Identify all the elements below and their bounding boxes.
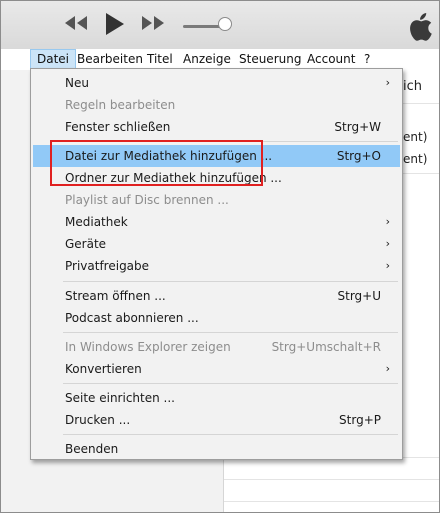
menu-item-label: Podcast abonnieren ... [65,311,199,325]
menu-item-label: Drucken ... [65,413,131,427]
menu-item-label: Neu [65,76,89,90]
menu-item-playlist-brennen: Playlist auf Disc brennen ... [33,189,400,211]
menu-item-privatfreigabe[interactable]: Privatfreigabe › [33,255,400,277]
menu-separator [63,434,398,435]
menu-item-konvertieren[interactable]: Konvertieren › [33,358,400,380]
datei-dropdown-menu: Neu › Regeln bearbeiten Fenster schließe… [30,68,403,460]
submenu-arrow-icon: › [385,237,390,250]
menu-item-label: Seite einrichten ... [65,391,175,405]
menu-item-mediathek[interactable]: Mediathek › [33,211,400,233]
menu-steuerung[interactable]: Steuerung [233,49,307,70]
menu-item-label: Geräte [65,237,107,251]
volume-slider-knob[interactable] [218,17,232,31]
menu-item-neu[interactable]: Neu › [33,72,400,94]
submenu-arrow-icon: › [385,259,390,272]
menu-help[interactable]: ? [358,49,376,70]
menu-item-beenden[interactable]: Beenden [33,438,400,460]
play-icon[interactable] [104,11,126,40]
menu-anzeige[interactable]: Anzeige [177,49,237,70]
menu-item-shortcut: Strg+W [334,120,381,134]
menu-item-label: Konvertieren [65,362,142,376]
menu-separator [63,383,398,384]
menu-separator [63,281,398,282]
menu-item-label: Regeln bearbeiten [65,98,176,112]
content-divider [224,479,439,480]
player-toolbar [1,1,439,50]
submenu-arrow-icon: › [385,76,390,89]
content-row-partial: ent) [403,130,428,144]
menu-datei[interactable]: Datei [30,49,77,70]
menu-separator [63,332,398,333]
menu-item-regeln-bearbeiten: Regeln bearbeiten [33,94,400,116]
menu-item-stream-oeffnen[interactable]: Stream öffnen ... Strg+U [33,285,400,307]
annotation-highlight-box [50,140,263,186]
menu-item-label: In Windows Explorer zeigen [65,340,231,354]
menu-item-explorer-zeigen: In Windows Explorer zeigen Strg+Umschalt… [33,336,400,358]
menu-item-shortcut: Strg+U [337,289,382,303]
menu-item-shortcut: Strg+O [336,149,381,163]
menu-item-label: Mediathek [65,215,128,229]
menu-item-label: Stream öffnen ... [65,289,166,303]
menu-item-geraete[interactable]: Geräte › [33,233,400,255]
menu-item-fenster-schliessen[interactable]: Fenster schließen Strg+W [33,116,400,138]
apple-logo-icon [407,13,433,44]
menu-account[interactable]: Account [301,49,361,70]
menu-item-podcast-abonnieren[interactable]: Podcast abonnieren ... [33,307,400,329]
previous-track-icon[interactable] [63,13,89,36]
next-track-icon[interactable] [140,13,166,36]
menu-item-label: Privatfreigabe [65,259,150,273]
submenu-arrow-icon: › [385,362,390,375]
menu-item-label: Beenden [65,442,119,456]
menu-item-seite-einrichten[interactable]: Seite einrichten ... [33,387,400,409]
menu-item-label: Playlist auf Disc brennen ... [65,193,229,207]
menu-bearbeiten[interactable]: Bearbeiten [71,49,149,70]
content-divider [224,501,439,502]
menu-item-shortcut: Strg+P [339,413,381,427]
submenu-arrow-icon: › [385,215,390,228]
menu-item-shortcut: Strg+Umschalt+R [271,340,381,354]
content-header-partial: ich [403,79,422,94]
menu-item-drucken[interactable]: Drucken ... Strg+P [33,409,400,431]
menu-item-label: Fenster schließen [65,120,171,134]
menu-titel[interactable]: Titel [141,49,179,70]
content-row-partial: ent) [403,152,428,166]
itunes-window: Datei Bearbeiten Titel Anzeige Steuerung… [0,0,440,513]
